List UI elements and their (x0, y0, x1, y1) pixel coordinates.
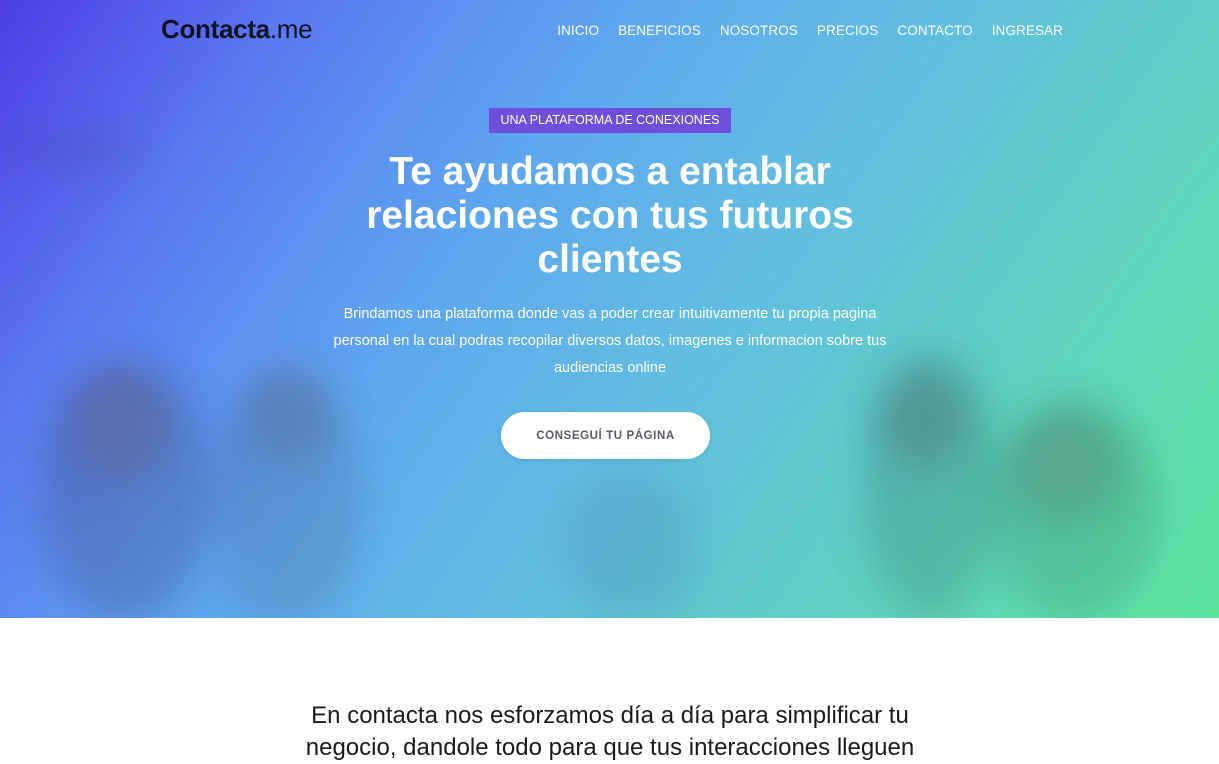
nav-link-ingresar[interactable]: INGRESAR (992, 23, 1063, 38)
logo-tld: .me (269, 14, 313, 44)
nav-link-precios[interactable]: PRECIOS (817, 23, 878, 38)
main-menu: INICIO BENEFICIOS NOSOTROS PRECIOS CONTA… (557, 23, 1063, 38)
hero-section: Contacta.me INICIO BENEFICIOS NOSOTROS P… (0, 0, 1219, 618)
hero-description: Brindamos una plataforma donde vas a pod… (333, 306, 887, 376)
about-intro-text: En contacta nos esforzamos día a día par… (305, 702, 915, 761)
hero-headline: Te ayudamos a entablar relaciones con tu… (366, 150, 854, 281)
tagline-badge: UNA PLATAFORMA DE CONEXIONES (489, 108, 731, 133)
nav-link-inicio[interactable]: INICIO (557, 23, 599, 38)
nav-link-beneficios[interactable]: BENEFICIOS (618, 23, 701, 38)
logo-brand: Contacta (161, 14, 270, 44)
nav-link-contacto[interactable]: CONTACTO (897, 23, 972, 38)
site-logo[interactable]: Contacta.me (161, 14, 313, 45)
get-your-page-button[interactable]: CONSEGUÍ TU PÁGINA (501, 412, 710, 459)
nav-link-nosotros[interactable]: NOSOTROS (720, 23, 798, 38)
top-navigation: Contacta.me INICIO BENEFICIOS NOSOTROS P… (0, 0, 1219, 62)
